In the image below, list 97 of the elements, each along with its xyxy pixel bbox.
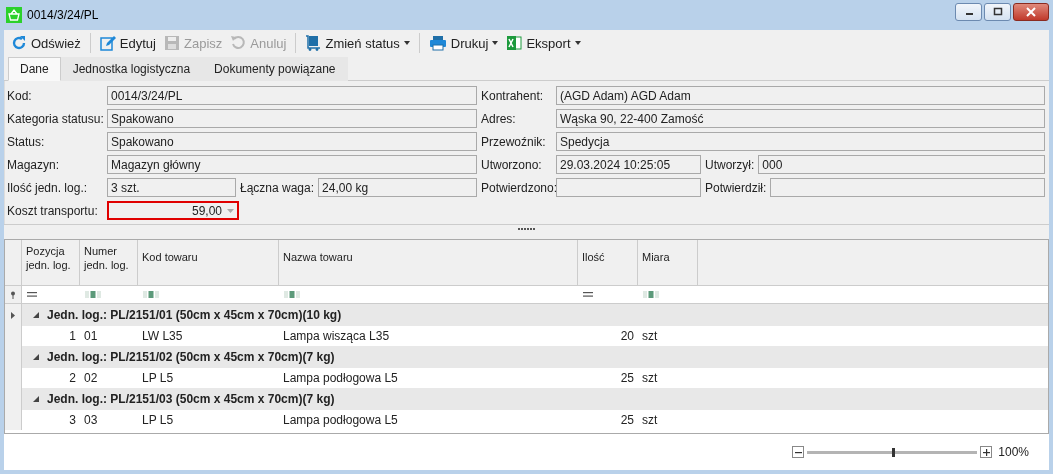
tab[interactable]: Jednostka logistyczna xyxy=(60,57,203,81)
field-label: Łączna waga: xyxy=(240,180,315,195)
input-field[interactable]: (AGD Adam) AGD Adam xyxy=(556,86,1045,105)
group-row-label: Jedn. log.: PL/2151/01 (50cm x 45cm x 70cm)(10 kg) xyxy=(47,308,342,322)
table-cell: Lampa podłogowa L5 xyxy=(283,371,398,385)
table-cell: 25 xyxy=(620,371,634,385)
tab[interactable]: Dokumenty powiązane xyxy=(202,57,348,81)
table-cell: szt xyxy=(642,371,658,385)
edit-icon xyxy=(99,35,116,51)
minimize-button[interactable] xyxy=(955,3,982,21)
zoom-out-button[interactable] xyxy=(792,446,805,458)
tab[interactable]: Dane xyxy=(8,57,61,81)
expander-icon[interactable] xyxy=(33,354,39,360)
window-title: 0014/3/24/PL xyxy=(27,8,99,22)
row-indicator-cell[interactable] xyxy=(5,304,22,326)
field-label: Ilość jedn. log.: xyxy=(7,180,89,195)
table-cell: Lampa wisząca L35 xyxy=(283,329,390,343)
row-indicator-cell[interactable] xyxy=(5,410,22,430)
input-field[interactable]: 29.03.2024 10:25:05 xyxy=(556,155,701,174)
toolbar-button[interactable]: Drukuj xyxy=(425,33,502,53)
current-row-icon xyxy=(11,311,15,319)
field-label: Magazyn: xyxy=(7,157,61,172)
input-field[interactable] xyxy=(770,178,1045,197)
table-cell: LP L5 xyxy=(142,371,174,385)
input-field[interactable] xyxy=(556,178,701,197)
input-field[interactable]: 000 xyxy=(758,155,1045,174)
text-filter-icon[interactable] xyxy=(643,291,659,298)
equals-filter-icon[interactable] xyxy=(583,292,593,297)
close-icon xyxy=(1026,7,1036,17)
expander-icon[interactable] xyxy=(33,312,39,318)
toolbar-button[interactable]: Edytuj xyxy=(96,33,159,53)
field-label: Utworzył: xyxy=(705,157,755,172)
dropdown-arrow-icon xyxy=(227,208,234,213)
field-label: Status: xyxy=(7,134,46,149)
input-field[interactable]: Magazyn główny xyxy=(107,155,477,174)
refresh-icon xyxy=(11,35,27,51)
toolbar-button[interactable]: Zmień status xyxy=(302,33,413,53)
close-button[interactable] xyxy=(1013,3,1049,21)
table-cell: LW L35 xyxy=(142,329,183,343)
column-header[interactable]: Ilość xyxy=(578,240,638,285)
field-label: Potwierdził: xyxy=(705,180,767,195)
toolbar-button[interactable]: Odśwież xyxy=(8,33,84,53)
zoom-in-button[interactable] xyxy=(980,446,993,458)
maximize-icon xyxy=(992,7,1003,17)
field-label: Kontrahent: xyxy=(481,88,545,103)
input-field[interactable]: 24,00 kg xyxy=(318,178,477,197)
input-field[interactable]: 59,00 xyxy=(107,201,239,220)
input-field[interactable]: 0014/3/24/PL xyxy=(107,86,477,105)
printer-icon xyxy=(428,35,447,51)
text-filter-icon[interactable] xyxy=(85,291,101,298)
splitter-grip-icon[interactable] xyxy=(517,228,536,231)
spreadsheet-icon xyxy=(506,35,523,51)
column-header[interactable]: Nazwa towaru xyxy=(279,240,578,285)
table-cell: 3 xyxy=(69,413,76,427)
zoom-slider[interactable] xyxy=(807,450,978,454)
slider-thumb[interactable] xyxy=(892,447,896,457)
input-field[interactable]: Spakowano xyxy=(107,109,477,128)
column-header[interactable]: Kod towaru xyxy=(138,240,279,285)
table-cell: szt xyxy=(642,413,658,427)
maximize-button[interactable] xyxy=(984,3,1011,21)
table-cell: LP L5 xyxy=(142,413,174,427)
table-cell: 02 xyxy=(84,371,98,385)
basket-icon xyxy=(6,7,22,23)
field-label: Kategoria statusu: xyxy=(7,111,103,126)
table-cell: 20 xyxy=(620,329,634,343)
group-row-label: Jedn. log.: PL/2151/03 (50cm x 45cm x 70cm)(7 kg) xyxy=(47,392,335,406)
table-cell: 03 xyxy=(84,413,98,427)
input-field[interactable]: Spakowano xyxy=(107,132,477,151)
input-field[interactable]: 3 szt. xyxy=(107,178,236,197)
table-cell: 25 xyxy=(620,413,634,427)
plus-icon xyxy=(982,448,990,456)
table-cell: 1 xyxy=(69,329,76,343)
text-filter-icon[interactable] xyxy=(143,291,159,298)
pin-icon[interactable] xyxy=(10,290,16,299)
field-label: Przewoźnik: xyxy=(481,134,547,149)
toolbar-button[interactable]: Eksport xyxy=(503,33,584,53)
column-header[interactable]: Numer jedn. log. xyxy=(80,240,138,285)
field-label: Adres: xyxy=(481,111,517,126)
save-icon xyxy=(164,35,180,51)
group-row-label: Jedn. log.: PL/2151/02 (50cm x 45cm x 70cm)(7 kg) xyxy=(47,350,335,364)
field-label: Koszt transportu: xyxy=(7,203,99,218)
zoom-value: 100% xyxy=(998,445,1029,459)
equals-filter-icon[interactable] xyxy=(27,292,37,297)
table-cell: Lampa podłogowa L5 xyxy=(283,413,398,427)
table-cell: 2 xyxy=(69,371,76,385)
column-header[interactable]: Pozycja jedn. log. xyxy=(22,240,80,285)
table-cell: szt xyxy=(642,329,658,343)
expander-icon[interactable] xyxy=(33,396,39,402)
field-label: Kod: xyxy=(7,88,33,103)
field-label: Utworzono: xyxy=(481,157,543,172)
input-field[interactable]: Spedycja xyxy=(556,132,1045,151)
text-filter-icon[interactable] xyxy=(284,291,300,298)
box-cart-icon xyxy=(305,35,322,51)
undo-icon xyxy=(230,35,247,51)
input-field[interactable]: Wąska 90, 22-400 Zamość xyxy=(556,109,1045,128)
table-cell: 01 xyxy=(84,329,98,343)
column-header[interactable]: Miara xyxy=(638,240,698,285)
